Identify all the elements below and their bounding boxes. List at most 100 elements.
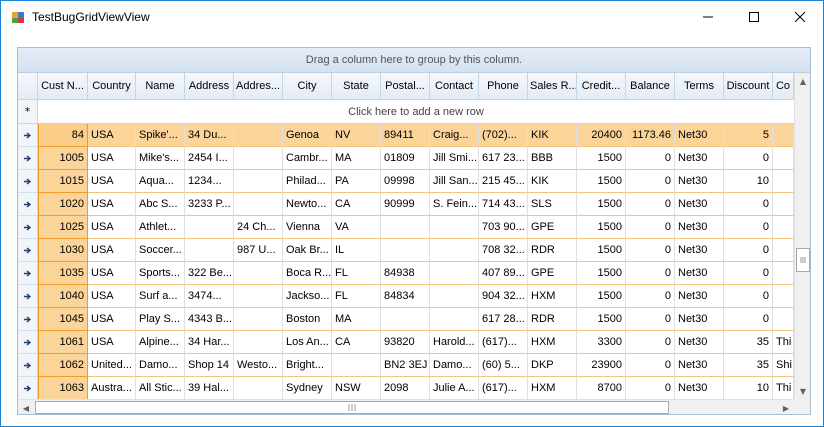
table-cell[interactable]: Austra... xyxy=(88,377,136,399)
table-cell[interactable]: USA xyxy=(88,147,136,170)
table-cell[interactable]: 34 Du... xyxy=(185,124,234,147)
table-cell[interactable]: USA xyxy=(88,331,136,354)
table-cell[interactable]: 3233 P... xyxy=(185,193,234,216)
table-cell[interactable]: DKP xyxy=(528,354,577,377)
table-cell[interactable]: Philad... xyxy=(283,170,332,193)
table-cell[interactable]: United... xyxy=(88,354,136,377)
table-cell[interactable]: Craig... xyxy=(430,124,479,147)
table-cell[interactable]: 0 xyxy=(626,354,675,377)
table-cell[interactable]: 1063 xyxy=(38,377,88,399)
table-cell[interactable]: 84 xyxy=(38,124,88,147)
table-cell[interactable]: 407 89... xyxy=(479,262,528,285)
title-bar[interactable]: TestBugGridViewView xyxy=(1,1,823,33)
table-cell[interactable]: HXM xyxy=(528,331,577,354)
table-cell[interactable]: 0 xyxy=(626,216,675,239)
vertical-scrollbar[interactable]: ▲ ▼ xyxy=(794,73,810,399)
table-cell[interactable]: 1015 xyxy=(38,170,88,193)
table-cell[interactable]: 39 Hal... xyxy=(185,377,234,399)
row-indicator[interactable] xyxy=(18,285,38,308)
table-cell[interactable] xyxy=(234,147,283,170)
table-row[interactable]: 84 USA Spike'... 34 Du... Genoa NV 89411 Craig.… xyxy=(18,124,794,147)
table-cell[interactable]: Jill Smi... xyxy=(430,147,479,170)
table-cell[interactable]: 0 xyxy=(626,285,675,308)
table-cell[interactable]: Net30 xyxy=(675,216,724,239)
table-cell[interactable]: 1500 xyxy=(577,147,626,170)
table-cell[interactable]: Sports... xyxy=(136,262,185,285)
table-cell[interactable]: VA xyxy=(332,216,381,239)
table-cell[interactable]: 0 xyxy=(626,170,675,193)
column-header[interactable]: Co xyxy=(773,73,794,100)
table-cell[interactable]: Thi xyxy=(773,331,794,354)
table-cell[interactable]: (617)... xyxy=(479,377,528,399)
table-cell[interactable]: 0 xyxy=(626,262,675,285)
group-panel[interactable]: Drag a column here to group by this colu… xyxy=(18,48,810,73)
table-cell[interactable] xyxy=(430,285,479,308)
table-cell[interactable]: 35 xyxy=(724,354,773,377)
table-cell[interactable] xyxy=(773,124,794,147)
table-cell[interactable]: 703 90... xyxy=(479,216,528,239)
table-cell[interactable]: USA xyxy=(88,285,136,308)
table-cell[interactable]: 0 xyxy=(724,239,773,262)
table-cell[interactable]: GPE xyxy=(528,216,577,239)
table-cell[interactable] xyxy=(185,239,234,262)
table-row[interactable]: 1035 USA Sports... 322 Be... Boca R... FL 8493… xyxy=(18,262,794,285)
horizontal-scrollbar[interactable]: ◀ ▶ xyxy=(18,399,794,414)
table-cell[interactable]: RDR xyxy=(528,239,577,262)
table-cell[interactable] xyxy=(773,170,794,193)
table-cell[interactable]: USA xyxy=(88,124,136,147)
table-cell[interactable]: Net30 xyxy=(675,239,724,262)
table-cell[interactable]: 93820 xyxy=(381,331,430,354)
table-cell[interactable] xyxy=(773,239,794,262)
table-cell[interactable] xyxy=(381,239,430,262)
row-indicator[interactable] xyxy=(18,331,38,354)
table-cell[interactable]: 10 xyxy=(724,170,773,193)
table-cell[interactable]: 617 23... xyxy=(479,147,528,170)
scroll-up-icon[interactable]: ▲ xyxy=(795,73,810,89)
table-cell[interactable]: All Stic... xyxy=(136,377,185,399)
column-header[interactable]: Discount xyxy=(724,73,773,100)
table-cell[interactable]: 09998 xyxy=(381,170,430,193)
table-cell[interactable] xyxy=(773,308,794,331)
table-cell[interactable] xyxy=(773,216,794,239)
table-cell[interactable]: 1234... xyxy=(185,170,234,193)
table-cell[interactable]: 1025 xyxy=(38,216,88,239)
column-header[interactable]: Addres... xyxy=(234,73,283,100)
table-cell[interactable]: 24 Ch... xyxy=(234,216,283,239)
table-cell[interactable]: Vienna xyxy=(283,216,332,239)
table-cell[interactable] xyxy=(185,216,234,239)
table-cell[interactable]: Aqua... xyxy=(136,170,185,193)
table-cell[interactable] xyxy=(430,262,479,285)
table-cell[interactable]: 0 xyxy=(626,308,675,331)
table-row[interactable]: 1062 United... Damo... Shop 14 Westo... Brigh… xyxy=(18,354,794,377)
table-cell[interactable]: 84938 xyxy=(381,262,430,285)
column-header[interactable]: State xyxy=(332,73,381,100)
table-cell[interactable]: PA xyxy=(332,170,381,193)
table-cell[interactable]: Genoa xyxy=(283,124,332,147)
new-item-row[interactable]: * Click here to add a new row xyxy=(18,100,794,124)
table-cell[interactable]: 1500 xyxy=(577,170,626,193)
table-cell[interactable]: BN2 3EJ xyxy=(381,354,430,377)
table-cell[interactable]: (60) 5... xyxy=(479,354,528,377)
table-cell[interactable]: MA xyxy=(332,308,381,331)
table-cell[interactable]: Westo... xyxy=(234,354,283,377)
table-cell[interactable]: 20400 xyxy=(577,124,626,147)
table-cell[interactable]: Net30 xyxy=(675,170,724,193)
table-cell[interactable]: Damo... xyxy=(136,354,185,377)
table-cell[interactable]: CA xyxy=(332,193,381,216)
table-cell[interactable]: Soccer... xyxy=(136,239,185,262)
grid-view[interactable]: Drag a column here to group by this colu… xyxy=(17,47,811,415)
row-indicator[interactable] xyxy=(18,239,38,262)
row-indicator[interactable] xyxy=(18,354,38,377)
table-cell[interactable]: USA xyxy=(88,308,136,331)
column-header[interactable]: Address xyxy=(185,73,234,100)
table-cell[interactable]: Net30 xyxy=(675,331,724,354)
table-cell[interactable]: Net30 xyxy=(675,262,724,285)
table-cell[interactable]: Net30 xyxy=(675,308,724,331)
table-cell[interactable]: 1500 xyxy=(577,239,626,262)
table-cell[interactable]: Net30 xyxy=(675,147,724,170)
table-cell[interactable]: 1500 xyxy=(577,193,626,216)
table-cell[interactable] xyxy=(430,308,479,331)
table-cell[interactable]: Net30 xyxy=(675,285,724,308)
table-cell[interactable] xyxy=(234,262,283,285)
table-cell[interactable]: Oak Br... xyxy=(283,239,332,262)
